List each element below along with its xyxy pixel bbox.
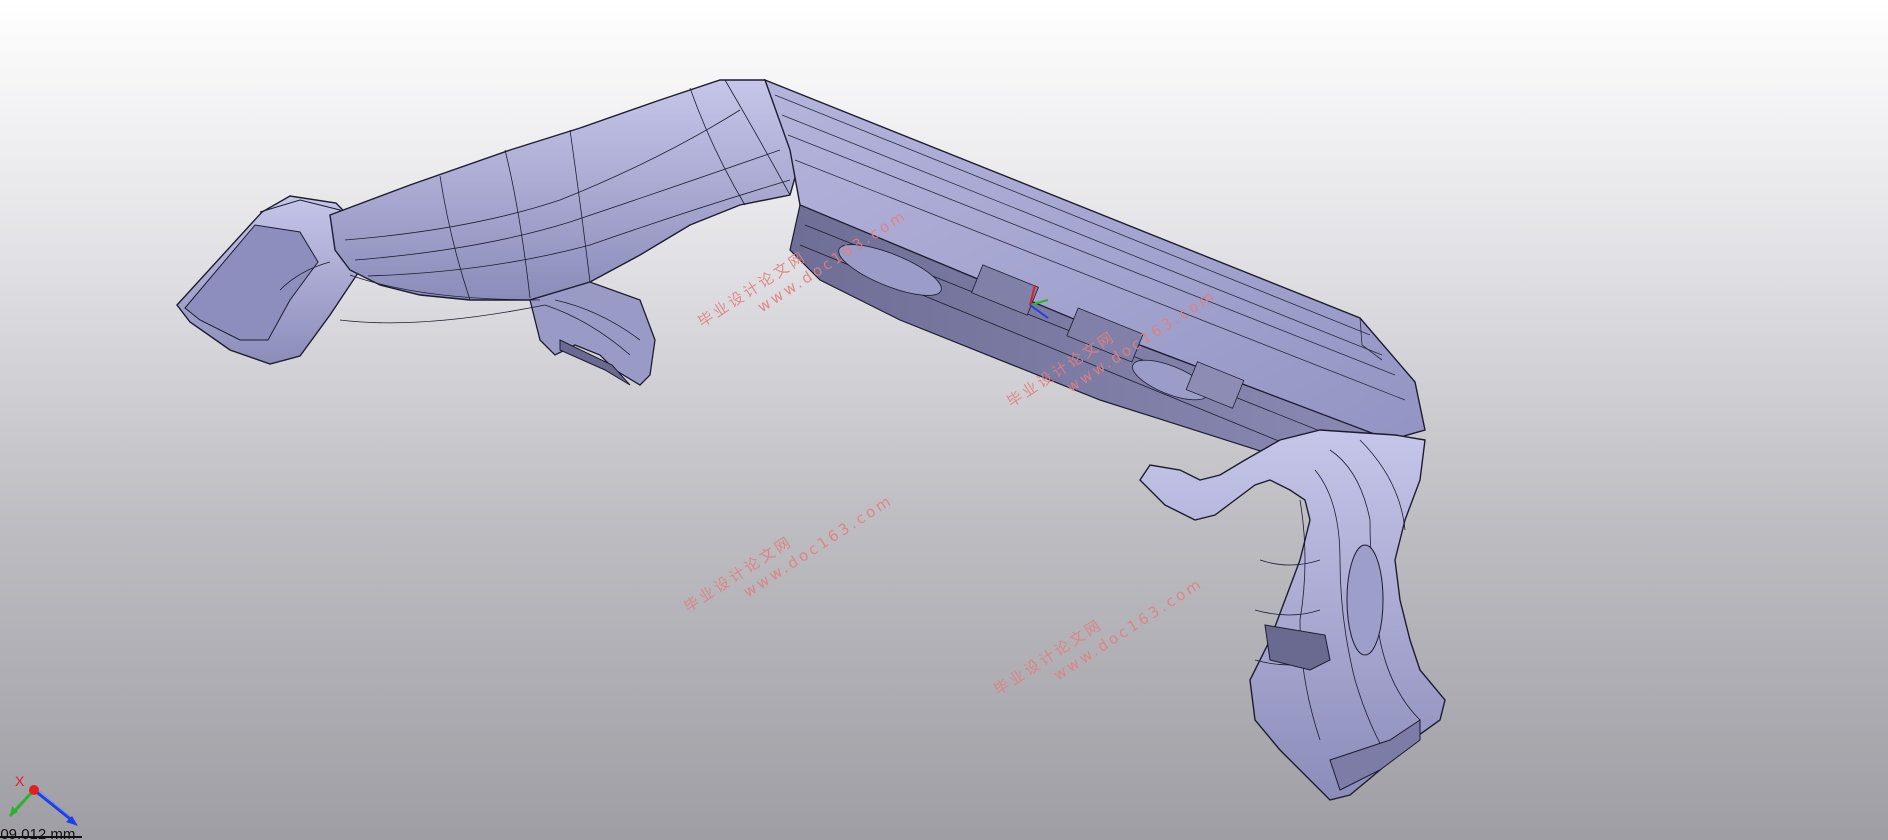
triad-z-axis (33, 788, 75, 824)
left-hook (529, 281, 656, 386)
coordinate-triad-icon[interactable]: X (0, 772, 90, 832)
scale-bar (0, 836, 82, 838)
graphics-viewport[interactable]: 毕业设计论文网 www.doc163.com 毕业设计论文网 www.doc16… (0, 0, 1888, 840)
part-model[interactable] (0, 0, 1888, 840)
triad-x-label: X (15, 773, 25, 789)
upper-arm (329, 79, 801, 301)
triad-x-axis (29, 785, 39, 795)
